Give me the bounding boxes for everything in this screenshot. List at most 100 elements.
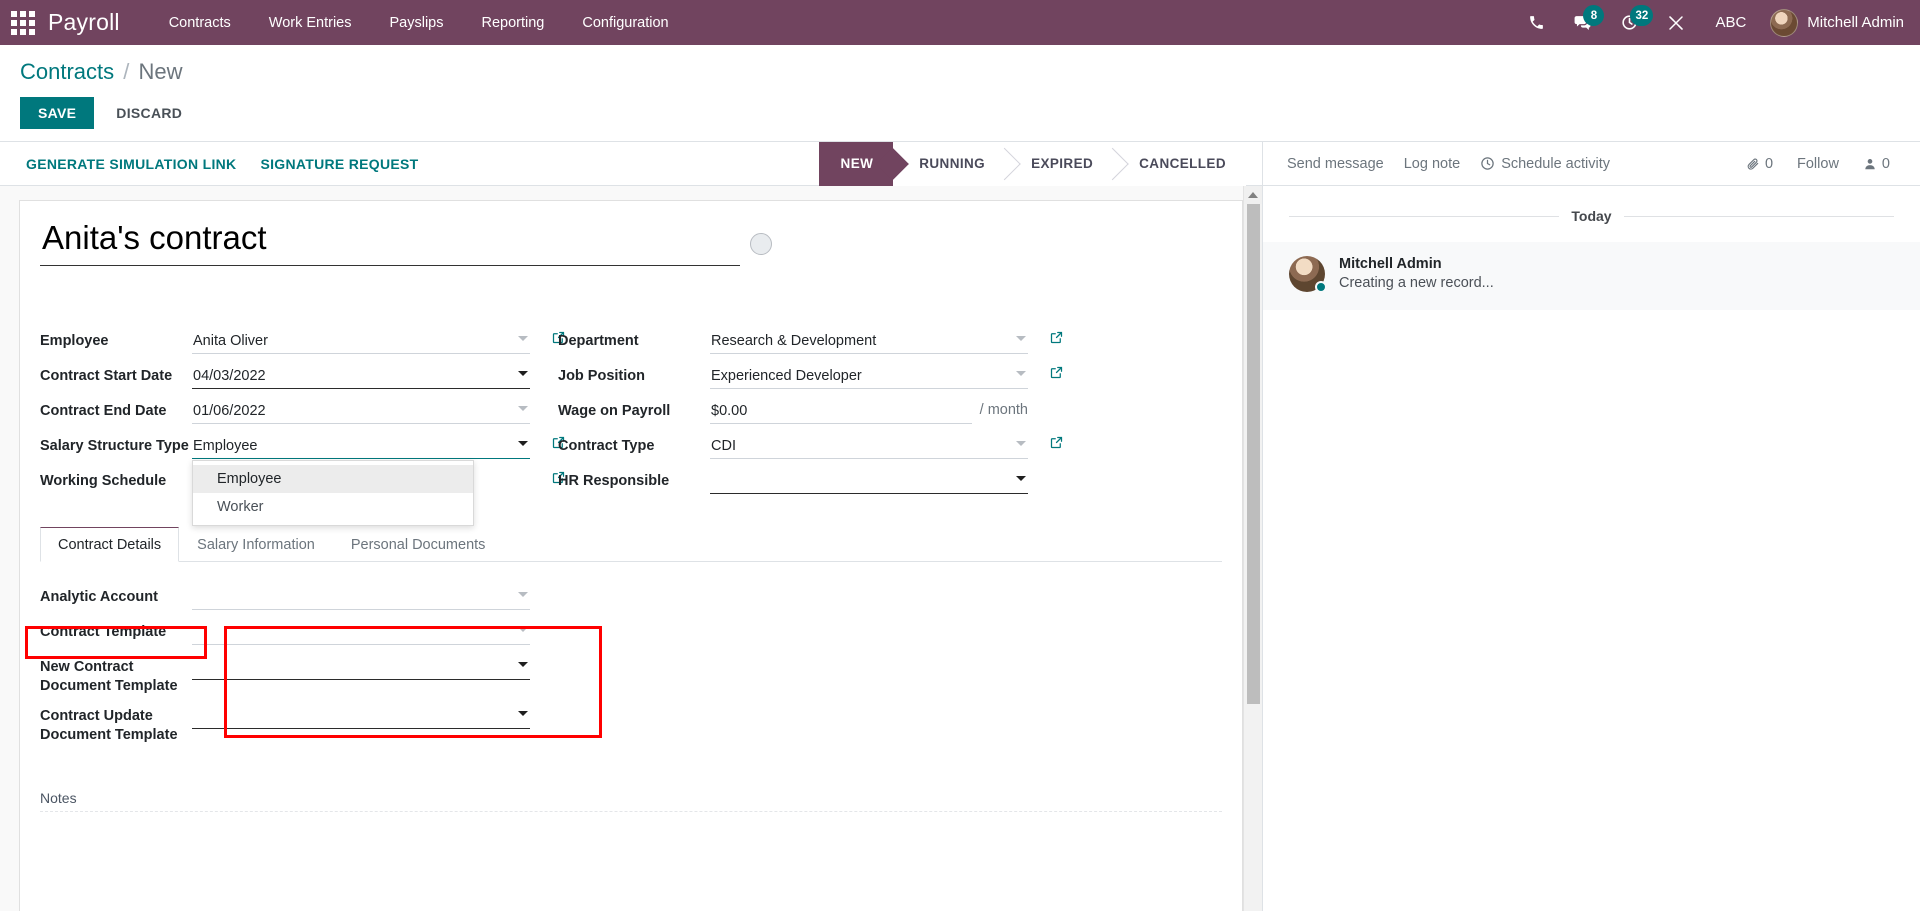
- phone-icon[interactable]: [1514, 0, 1559, 45]
- internal-link-department-icon[interactable]: [1049, 330, 1064, 349]
- signature-request-button[interactable]: SIGNATURE REQUEST: [248, 150, 430, 178]
- user-icon: [1865, 158, 1875, 169]
- analytic-account-input[interactable]: [192, 584, 530, 610]
- followers-counter[interactable]: 0: [1853, 150, 1900, 178]
- send-message-button[interactable]: Send message: [1277, 150, 1394, 178]
- tab-contract-details[interactable]: Contract Details: [40, 527, 180, 562]
- menu-item-work-entries[interactable]: Work Entries: [250, 3, 371, 43]
- field-label-job-position: Job Position: [558, 368, 645, 384]
- contract-update-document-template-input[interactable]: [192, 703, 530, 730]
- contract-end-date-input[interactable]: [192, 398, 530, 424]
- field-label-contract-start-date: Contract Start Date: [40, 368, 173, 384]
- messages-count-badge: 8: [1583, 5, 1605, 26]
- menu-item-payslips[interactable]: Payslips: [371, 3, 463, 43]
- field-salary-structure-type: Salary Structure Type Employee Employee …: [40, 433, 565, 526]
- salary-structure-type-input[interactable]: [192, 433, 530, 459]
- chatter-message: Mitchell Admin Creating a new record...: [1263, 242, 1920, 310]
- contract-name-input[interactable]: [40, 219, 740, 266]
- contract-start-date-input[interactable]: [192, 363, 530, 389]
- tab-personal-documents[interactable]: Personal Documents: [333, 527, 504, 562]
- sheet-header: [40, 219, 1222, 266]
- field-label-working-schedule: Working Schedule: [40, 473, 167, 489]
- scroll-up-arrow-icon[interactable]: [1244, 186, 1262, 204]
- notebook: Contract Details Salary Information Pers…: [40, 527, 1222, 812]
- new-contract-document-template-input[interactable]: [192, 654, 530, 680]
- menu-item-reporting[interactable]: Reporting: [463, 3, 564, 43]
- notebook-tabs: Contract Details Salary Information Pers…: [40, 527, 1222, 562]
- discard-button[interactable]: DISCARD: [100, 97, 198, 129]
- field-label-employee: Employee: [40, 333, 109, 349]
- field-hr-responsible: HR Responsible: [558, 468, 1028, 496]
- field-department: Department: [558, 328, 1063, 356]
- user-menu[interactable]: Mitchell Admin: [1762, 8, 1904, 37]
- followers-count: 0: [1881, 155, 1890, 172]
- field-label-salary-structure-type: Salary Structure Type: [40, 438, 189, 454]
- field-employee: Employee: [40, 328, 565, 356]
- notes-label: Notes: [40, 789, 77, 806]
- field-new-contract-document-template: New Contract Document Template: [40, 654, 530, 696]
- wage-on-payroll-input[interactable]: [710, 398, 972, 424]
- field-contract-end-date: Contract End Date: [40, 398, 530, 426]
- notebook-page-contract-details: Analytic Account Contract Template New C…: [40, 562, 1222, 812]
- dropdown-option-worker[interactable]: Worker: [193, 493, 473, 521]
- scrollbar-thumb[interactable]: [1246, 204, 1260, 704]
- activities-clock-icon[interactable]: 32: [1606, 0, 1654, 45]
- contract-type-input[interactable]: [710, 433, 1028, 459]
- record-actions: SAVE DISCARD: [20, 97, 1900, 141]
- clock-icon: [1481, 157, 1494, 170]
- form-scrollbar[interactable]: [1243, 186, 1262, 911]
- status-new[interactable]: NEW: [818, 142, 894, 186]
- dropdown-option-employee[interactable]: Employee: [193, 465, 473, 493]
- field-label-department: Department: [558, 333, 639, 349]
- save-button[interactable]: SAVE: [20, 97, 95, 129]
- online-status-dot: [1315, 281, 1327, 293]
- menu-item-contracts[interactable]: Contracts: [150, 3, 250, 43]
- form-statusbar: GENERATE SIMULATION LINK SIGNATURE REQUE…: [0, 142, 1262, 186]
- breadcrumb-contracts[interactable]: Contracts: [20, 59, 114, 84]
- contract-template-input[interactable]: [192, 619, 530, 645]
- follow-label: Follow: [1797, 155, 1839, 172]
- control-panel: Contracts / New SAVE DISCARD: [0, 45, 1920, 141]
- field-wage-on-payroll: Wage on Payroll / month: [558, 398, 1028, 426]
- tab-salary-information[interactable]: Salary Information: [179, 527, 333, 562]
- apps-grid-icon[interactable]: [10, 10, 36, 36]
- internal-link-contract-type-icon[interactable]: [1049, 435, 1064, 454]
- generate-simulation-link-button[interactable]: GENERATE SIMULATION LINK: [14, 150, 248, 178]
- menu-item-configuration[interactable]: Configuration: [563, 3, 687, 43]
- log-note-button[interactable]: Log note: [1394, 150, 1470, 178]
- salary-structure-type-dropdown[interactable]: Employee Worker: [192, 460, 474, 526]
- internal-link-job-position-icon[interactable]: [1049, 365, 1064, 384]
- form-sheet: Employee: [19, 200, 1243, 911]
- navbar-systray: 8 32 ABC Mitchell Admin: [1514, 0, 1904, 45]
- app-brand-payroll[interactable]: Payroll: [48, 9, 120, 36]
- follow-button[interactable]: Follow: [1787, 150, 1849, 178]
- status-cancelled[interactable]: CANCELLED: [1113, 142, 1246, 186]
- divider-line-right: [1623, 215, 1895, 217]
- top-navbar: Payroll Contracts Work Entries Payslips …: [0, 0, 1920, 45]
- hr-responsible-input[interactable]: [710, 468, 1028, 494]
- field-contract-type: Contract Type: [558, 433, 1063, 461]
- field-label-hr-responsible: HR Responsible: [558, 473, 670, 489]
- messages-icon[interactable]: 8: [1559, 0, 1606, 45]
- field-contract-update-document-template: Contract Update Document Template: [40, 703, 530, 745]
- attachments-counter[interactable]: 0: [1736, 150, 1783, 178]
- status-expired[interactable]: EXPIRED: [1005, 142, 1114, 186]
- job-position-input[interactable]: [710, 363, 1028, 389]
- chatter-toolbar: Send message Log note Schedule activity …: [1263, 142, 1920, 186]
- field-label-analytic-account: Analytic Account: [40, 589, 158, 605]
- schedule-activity-button[interactable]: Schedule activity: [1470, 150, 1620, 178]
- status-running[interactable]: RUNNING: [893, 142, 1006, 186]
- department-input[interactable]: [710, 328, 1028, 354]
- contract-image-placeholder[interactable]: [750, 233, 772, 255]
- date-divider: Today: [1289, 208, 1895, 224]
- field-label-contract-update-document-template: Contract Update Document Template: [40, 708, 178, 744]
- left-field-column: Employee Anita Oliver Contract Start Dat…: [40, 328, 565, 526]
- avatar: [1770, 8, 1799, 37]
- debug-tools-icon[interactable]: [1653, 0, 1699, 45]
- paperclip-icon: [1747, 158, 1759, 170]
- status-pipeline: NEW RUNNING EXPIRED CANCELLED: [818, 142, 1246, 186]
- wage-period-suffix: / month: [979, 402, 1028, 418]
- chatter-panel: Send message Log note Schedule activity …: [1263, 142, 1920, 911]
- language-switcher[interactable]: ABC: [1699, 14, 1762, 31]
- employee-input[interactable]: [192, 328, 530, 354]
